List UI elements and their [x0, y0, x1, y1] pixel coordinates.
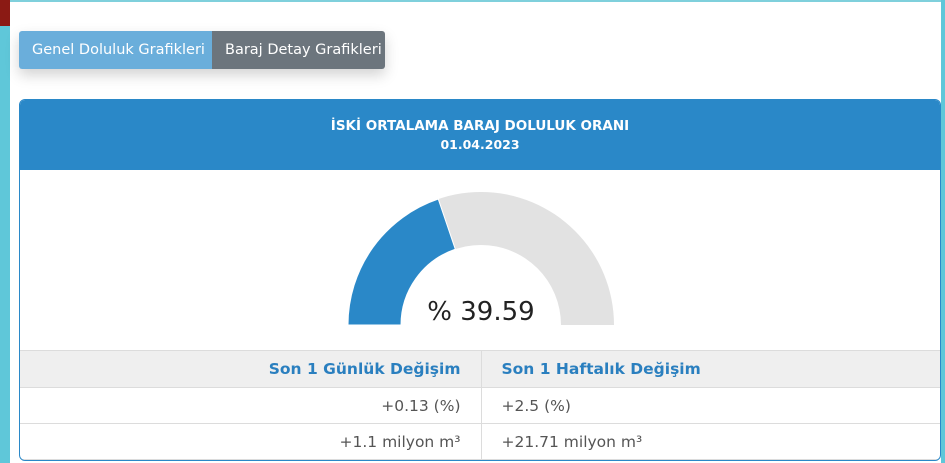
daily-change-percent: +0.13 (%): [20, 387, 482, 424]
weekly-change-percent: +2.5 (%): [481, 387, 940, 424]
table-row: +0.13 (%) +2.5 (%): [20, 387, 940, 424]
header-daily-change: Son 1 Günlük Değişim: [20, 350, 482, 388]
gauge-value-label: % 39.59: [427, 297, 535, 327]
page-content: Genel Doluluk Grafikleri Baraj Detay Gra…: [10, 2, 941, 463]
card-date: 01.04.2023: [440, 137, 520, 152]
left-edge-strip: [0, 0, 10, 463]
header-weekly-change: Son 1 Haftalık Değişim: [481, 350, 940, 388]
change-stats-table: Son 1 Günlük Değişim Son 1 Haftalık Deği…: [20, 350, 940, 460]
tab-genel-doluluk[interactable]: Genel Doluluk Grafikleri: [19, 31, 212, 69]
table-header-row: Son 1 Günlük Değişim Son 1 Haftalık Deği…: [20, 350, 940, 388]
chart-tab-group: Genel Doluluk Grafikleri Baraj Detay Gra…: [19, 31, 385, 69]
daily-change-volume: +1.1 milyon m³: [20, 423, 482, 460]
left-edge-image-fragment: [0, 0, 10, 26]
gauge-chart: % 39.59: [20, 170, 940, 350]
table-row: +1.1 milyon m³ +21.71 milyon m³: [20, 423, 940, 460]
weekly-change-volume: +21.71 milyon m³: [481, 423, 940, 460]
right-edge-strip: [941, 0, 945, 463]
tab-baraj-detay[interactable]: Baraj Detay Grafikleri: [212, 31, 385, 69]
card-title: İSKİ ORTALAMA BARAJ DOLULUK ORANI: [330, 118, 630, 134]
card-header: İSKİ ORTALAMA BARAJ DOLULUK ORANI 01.04.…: [20, 100, 940, 170]
occupancy-card: İSKİ ORTALAMA BARAJ DOLULUK ORANI 01.04.…: [19, 99, 941, 461]
